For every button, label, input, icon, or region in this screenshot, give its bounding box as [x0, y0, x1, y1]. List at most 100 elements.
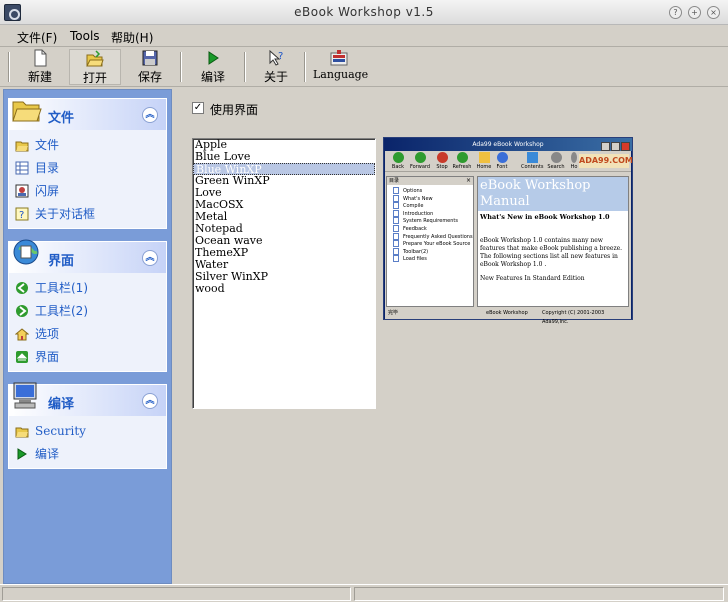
- preview-title: Ada99 eBook Workshop: [384, 138, 632, 151]
- group-file-header[interactable]: 文件 ︽: [9, 99, 166, 130]
- list-item[interactable]: wood: [193, 283, 375, 295]
- group-compile-header[interactable]: 编译 ︽: [9, 382, 166, 416]
- help-icon[interactable]: ?: [669, 6, 682, 19]
- sidebar-item-label: 编译: [35, 447, 60, 461]
- group-interface: 界面 ︽ 工具栏(1) 工具栏(2) 选项 界面: [8, 239, 167, 372]
- computer-icon: [13, 382, 37, 409]
- compile-button[interactable]: 编译: [196, 49, 230, 85]
- collapse-icon[interactable]: ︽: [142, 250, 158, 266]
- sidebar-item-label: 关于对话框: [35, 207, 96, 221]
- interface-globe-icon: [13, 239, 39, 265]
- checkbox[interactable]: ✓: [192, 102, 204, 114]
- open-button[interactable]: 打开: [69, 49, 121, 85]
- toolbar-separator: [244, 52, 246, 82]
- preview-font-label: Font: [496, 164, 508, 170]
- menu-file[interactable]: 文件(F): [17, 29, 57, 46]
- sidebar-item-file[interactable]: 文件: [9, 134, 166, 157]
- preview-toc-item: Toolbar(2): [393, 248, 473, 256]
- preview-status-right: Copyright (C) 2001-2003 Ada99,Inc.: [542, 310, 605, 325]
- preview-toc-item: Introduction: [393, 210, 473, 218]
- menu-help[interactable]: 帮助(H): [111, 29, 153, 46]
- open-label: 打开: [82, 71, 107, 85]
- title-bar: eBook Workshop v1.5 ? + ×: [0, 0, 728, 25]
- preview-body: Back Forward Stop Refresh Home Font Cont…: [385, 151, 633, 325]
- home-icon: [15, 328, 29, 341]
- preview-toc-item: Options: [393, 187, 473, 195]
- save-button[interactable]: 保存: [133, 49, 167, 85]
- sidebar-item-toc[interactable]: 目录: [9, 157, 166, 180]
- toolbar: 新建 打开 保存 编译 ? 关于 Language: [0, 47, 728, 87]
- eject-icon: [16, 351, 28, 363]
- svg-text:?: ?: [278, 51, 283, 62]
- status-panel: [354, 587, 724, 601]
- preview-toc-item: Frequently Asked Questions: [393, 233, 473, 241]
- preview-refresh-label: Refresh: [452, 164, 472, 170]
- help-icon: ?: [15, 207, 29, 221]
- main-panel: ✓ 使用界面 Apple Blue Love Blue WinXP Green …: [172, 89, 725, 584]
- open-folder-icon: [86, 50, 104, 67]
- preview-forward-label: Forward: [409, 164, 431, 170]
- skin-list[interactable]: Apple Blue Love Blue WinXP Green WinXP L…: [192, 138, 376, 409]
- group-file: 文件 ︽ 文件 目录 闪屏 ? 关于对话框: [8, 98, 167, 229]
- preview-logo: ADA99.COM: [579, 154, 633, 168]
- sidebar-item-options[interactable]: 选项: [9, 323, 166, 346]
- sidebar-item-toolbar-2[interactable]: 工具栏(2): [9, 300, 166, 323]
- play-icon: [208, 51, 219, 65]
- preview-toc-item: What's New: [393, 195, 473, 203]
- sidebar-item-splash[interactable]: 闪屏: [9, 180, 166, 203]
- sidebar-item-label: 工具栏(1): [35, 281, 88, 295]
- preview-contents-label: Contents: [521, 164, 544, 170]
- group-file-title: 文件: [48, 111, 75, 126]
- about-label: 关于: [263, 70, 288, 84]
- splash-image-icon: [15, 184, 29, 198]
- new-button[interactable]: 新建: [23, 49, 57, 85]
- group-compile: 编译 ︽ Security 编译: [8, 382, 167, 469]
- sidebar-item-interface[interactable]: 界面: [9, 346, 166, 369]
- close-icon[interactable]: ×: [707, 6, 720, 19]
- sidebar-item-label: Security: [35, 424, 86, 438]
- sidebar-item-compile[interactable]: 编译: [9, 443, 166, 466]
- toolbar-separator: [180, 52, 182, 82]
- help-arrow-icon: ?: [269, 49, 283, 66]
- language-label: Language: [313, 68, 369, 81]
- preview-toc-pane: 目录 × Options What's New Compile Introduct…: [386, 176, 474, 307]
- new-file-icon: [34, 49, 47, 67]
- save-label: 保存: [137, 70, 162, 84]
- minimize-icon[interactable]: +: [688, 6, 701, 19]
- sidebar-item-about-dialog[interactable]: ? 关于对话框: [9, 203, 166, 226]
- sidebar-item-security[interactable]: Security: [9, 420, 166, 443]
- menu-tools[interactable]: Tools: [70, 29, 100, 43]
- table-icon: [15, 161, 29, 175]
- sidebar-item-toolbar-1[interactable]: 工具栏(1): [9, 277, 166, 300]
- language-button[interactable]: Language: [313, 49, 369, 85]
- sidebar-item-label: 选项: [35, 327, 60, 341]
- preview-toc-title: 目录: [389, 178, 400, 184]
- collapse-icon[interactable]: ︽: [142, 393, 158, 409]
- preview-toolbar: Back Forward Stop Refresh Home Font Cont…: [385, 151, 633, 172]
- preview-content-pane: eBook Workshop Manual What's New in eBoo…: [477, 176, 629, 307]
- collapse-icon[interactable]: ︽: [142, 107, 158, 123]
- preview-home-label: Home: [476, 164, 492, 170]
- preview-stop-label: Stop: [436, 164, 448, 170]
- toolbar-separator: [304, 52, 306, 82]
- menu-bar: 文件(F) Tools 帮助(H): [0, 25, 728, 47]
- svg-text:?: ?: [19, 210, 24, 221]
- group-interface-header[interactable]: 界面 ︽: [9, 239, 166, 273]
- sidebar-item-label: 目录: [35, 161, 60, 175]
- about-button[interactable]: ? 关于: [259, 49, 293, 85]
- group-compile-title: 编译: [48, 397, 75, 412]
- open-folder-icon: [12, 101, 42, 122]
- list-item[interactable]: Blue Love: [193, 151, 375, 163]
- task-pane: 文件 ︽ 文件 目录 闪屏 ? 关于对话框 界面 ︽ 工具栏(1) 工具栏(2)…: [3, 89, 172, 584]
- preview-ho-label: Ho: [570, 164, 578, 170]
- preview-heading: eBook Workshop Manual: [478, 177, 628, 211]
- preview-back-label: Back: [391, 164, 405, 170]
- skin-preview: Ada99 eBook Workshop Back Forward Stop R…: [383, 137, 633, 325]
- preview-paragraph: eBook Workshop 1.0 contains many new fea…: [480, 237, 623, 268]
- window-title: eBook Workshop v1.5: [294, 5, 434, 19]
- sidebar-item-label: 界面: [35, 350, 60, 364]
- sidebar-item-label: 工具栏(2): [35, 304, 88, 318]
- preview-toc-item: Feedback: [393, 225, 473, 233]
- language-icon: [330, 50, 348, 66]
- compile-label: 编译: [200, 70, 225, 84]
